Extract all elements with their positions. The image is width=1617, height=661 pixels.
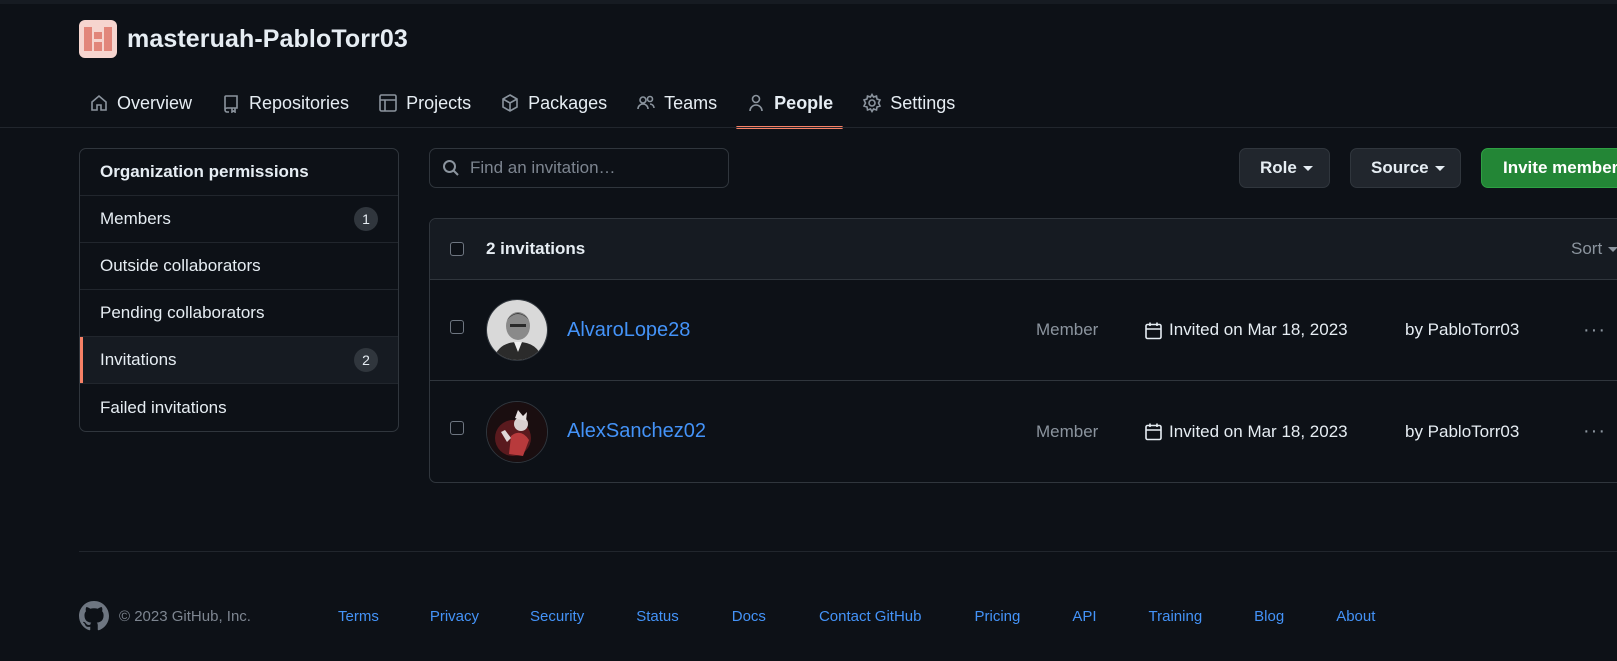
invited-date-text: Invited on Mar 18, 2023 [1169, 421, 1348, 441]
sidebar-item-invitations[interactable]: Invitations 2 [80, 337, 398, 384]
invited-date: Invited on Mar 18, 2023 [1144, 422, 1348, 442]
avatar[interactable] [486, 299, 548, 361]
source-filter-label: Source [1371, 158, 1429, 177]
nav-divider [0, 127, 1617, 128]
tab-settings[interactable]: Settings [852, 78, 965, 128]
caret-down-icon [1608, 246, 1617, 252]
table-row: AlexSanchez02 Member Invited on Mar 18, … [430, 381, 1617, 482]
user-login-link[interactable]: AlexSanchez02 [567, 420, 706, 443]
footer-link-training[interactable]: Training [1149, 608, 1203, 625]
tab-label: Repositories [249, 92, 350, 113]
user-avatar-image [487, 401, 547, 462]
members-count-badge: 1 [354, 207, 378, 231]
github-logo-icon[interactable] [79, 601, 109, 631]
footer-link-terms[interactable]: Terms [338, 608, 379, 625]
invitations-count: 2 invitations [486, 239, 586, 258]
org-avatar[interactable] [79, 20, 117, 58]
kebab-menu-icon[interactable]: ··· [1583, 319, 1606, 342]
inviter-text: by PabloTorr03 [1405, 320, 1520, 339]
sidebar-item-failed-invitations[interactable]: Failed invitations [80, 384, 398, 431]
org-nav: Overview Repositories Projects Packages … [79, 78, 974, 129]
invitation-search [429, 148, 729, 188]
avatar[interactable] [486, 400, 548, 463]
user-avatar-image [487, 300, 547, 360]
footer-link-docs[interactable]: Docs [732, 608, 766, 625]
caret-down-icon [1302, 165, 1313, 171]
tab-teams[interactable]: Teams [626, 78, 727, 128]
invited-date-text: Invited on Mar 18, 2023 [1169, 320, 1348, 339]
invitations-count-badge: 2 [354, 348, 378, 372]
tab-repositories[interactable]: Repositories [211, 78, 359, 128]
org-header: masteruah-PabloTorr03 [79, 20, 408, 58]
calendar-icon [1145, 423, 1162, 441]
copyright-text: © 2023 GitHub, Inc. [119, 607, 251, 625]
home-icon [91, 94, 107, 111]
tab-people[interactable]: People [736, 78, 844, 129]
people-icon [637, 95, 655, 110]
inviter-text: by PabloTorr03 [1405, 421, 1520, 441]
top-border [0, 0, 1617, 4]
select-all-checkbox[interactable] [450, 242, 464, 256]
tab-label: Teams [664, 92, 718, 113]
tab-label: Settings [890, 92, 956, 113]
tab-overview[interactable]: Overview [79, 78, 202, 128]
permissions-sidebar: Organization permissions Members 1 Outsi… [79, 148, 399, 432]
org-name[interactable]: masteruah-PabloTorr03 [127, 25, 408, 54]
sidebar-item-label: Members [100, 209, 171, 228]
row-checkbox[interactable] [450, 421, 464, 435]
org-identicon-icon [84, 27, 112, 51]
invite-member-button[interactable]: Invite member [1481, 148, 1617, 188]
calendar-icon [1145, 322, 1162, 339]
invited-date: Invited on Mar 18, 2023 [1144, 320, 1348, 340]
footer-links: Terms Privacy Security Status Docs Conta… [338, 608, 1375, 625]
footer-divider [79, 551, 1617, 552]
footer-link-contact-github[interactable]: Contact GitHub [819, 608, 922, 625]
sidebar-heading: Organization permissions [80, 149, 398, 196]
footer-link-blog[interactable]: Blog [1254, 608, 1284, 625]
role-filter-button[interactable]: Role [1239, 148, 1330, 188]
site-footer: © 2023 GitHub, Inc. Terms Privacy Securi… [79, 601, 1375, 631]
invitations-table: 2 invitations Sort AlvaroLope28 Member I… [429, 218, 1617, 483]
sidebar-item-label: Failed invitations [100, 397, 227, 417]
sidebar-item-label: Invitations [100, 350, 177, 369]
footer-link-security[interactable]: Security [530, 608, 584, 625]
invite-member-label: Invite member [1503, 158, 1617, 177]
table-row: AlvaroLope28 Member Invited on Mar 18, 2… [430, 280, 1617, 381]
role-label: Member [1036, 320, 1099, 339]
tab-label: People [774, 92, 834, 113]
person-icon [749, 94, 763, 112]
tab-label: Packages [528, 92, 608, 113]
tab-projects[interactable]: Projects [368, 78, 481, 128]
sidebar-item-label: Outside collaborators [100, 256, 261, 275]
footer-link-pricing[interactable]: Pricing [974, 608, 1020, 625]
tab-label: Projects [406, 92, 472, 113]
source-filter-button[interactable]: Source [1350, 148, 1461, 188]
sidebar-item-label: Pending collaborators [100, 303, 265, 322]
role-label: Member [1036, 421, 1099, 441]
sidebar-item-pending-collaborators[interactable]: Pending collaborators [80, 290, 398, 337]
footer-link-status[interactable]: Status [636, 608, 679, 625]
footer-link-privacy[interactable]: Privacy [430, 608, 479, 625]
footer-link-api[interactable]: API [1072, 608, 1096, 625]
tab-packages[interactable]: Packages [490, 78, 617, 128]
search-input[interactable] [470, 158, 710, 178]
user-login-link[interactable]: AlvaroLope28 [567, 319, 690, 342]
gear-icon [863, 93, 882, 113]
caret-down-icon [1434, 165, 1445, 171]
package-icon [502, 94, 518, 112]
table-header: 2 invitations Sort [430, 219, 1617, 280]
sidebar-item-members[interactable]: Members 1 [80, 196, 398, 243]
tab-label: Overview [117, 92, 193, 113]
table-icon [379, 94, 397, 112]
sort-dropdown[interactable]: Sort [1571, 239, 1617, 259]
repo-icon [224, 95, 238, 113]
sort-label: Sort [1571, 239, 1603, 258]
sidebar-item-outside-collaborators[interactable]: Outside collaborators [80, 243, 398, 290]
search-icon [443, 160, 459, 176]
footer-link-about[interactable]: About [1336, 608, 1375, 625]
role-filter-label: Role [1260, 158, 1297, 177]
row-checkbox[interactable] [450, 320, 464, 334]
kebab-menu-icon[interactable]: ··· [1583, 420, 1606, 443]
